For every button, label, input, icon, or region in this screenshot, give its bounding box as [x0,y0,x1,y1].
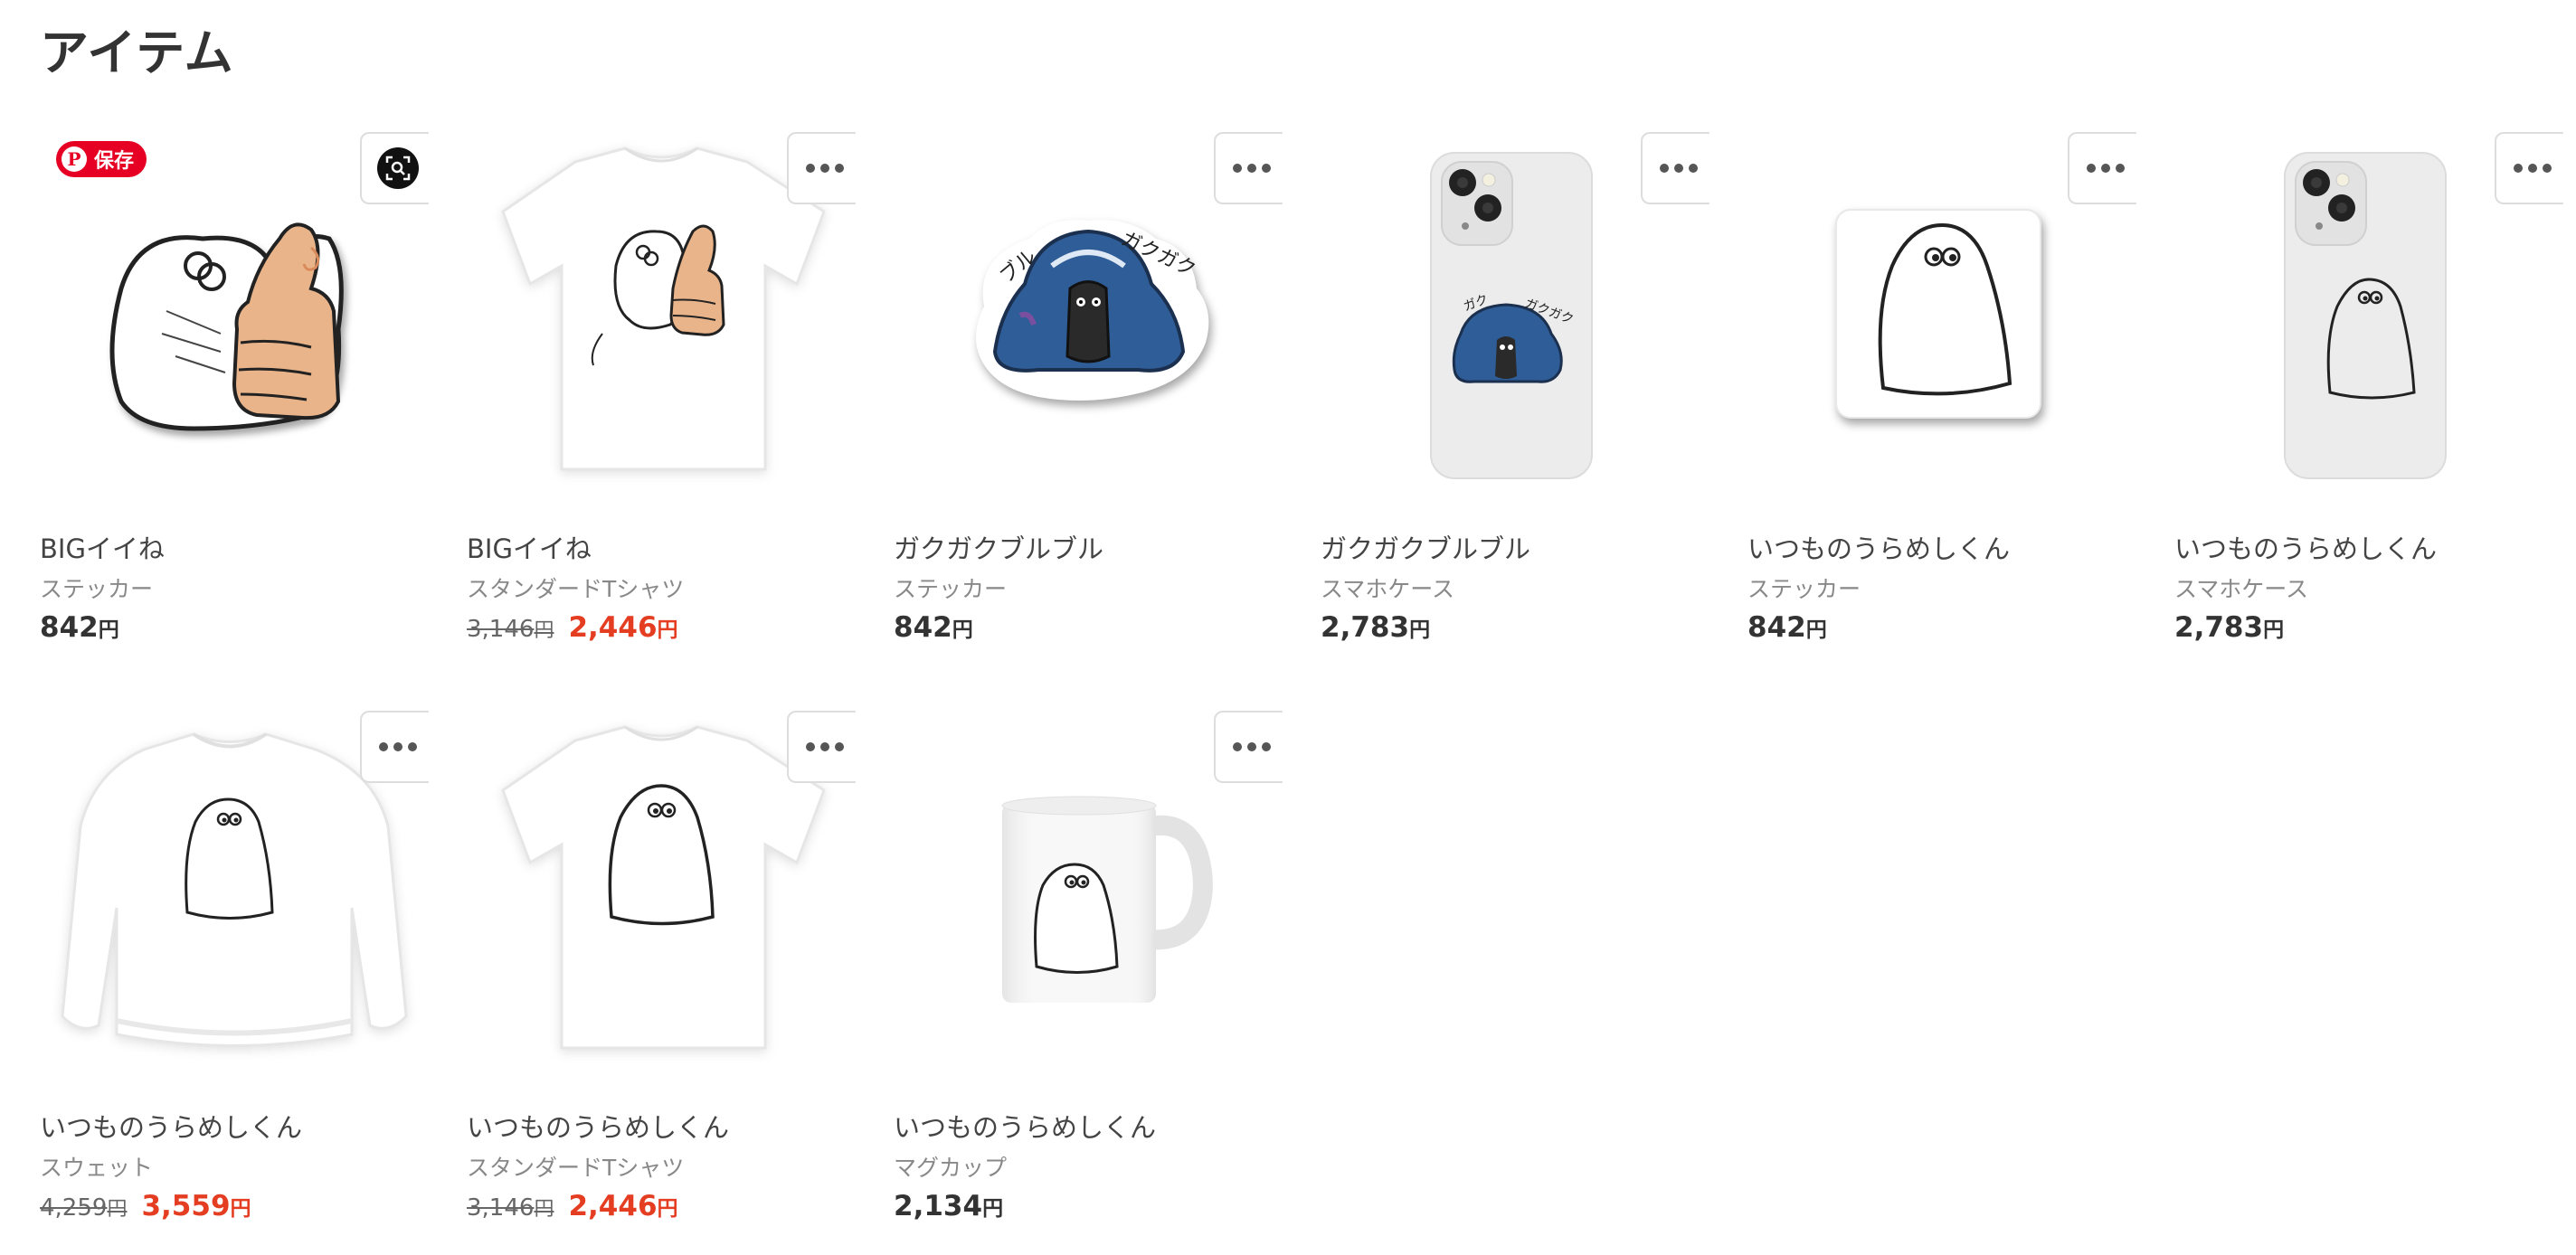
more-options-button[interactable] [1214,132,1283,204]
product-card[interactable]: いつものうらめしくん スタンダードTシャツ 3,146円 2,446円 [467,709,856,1255]
product-image-urameshi-sticker[interactable] [1747,130,2136,519]
more-options-button[interactable] [787,711,856,783]
product-card[interactable]: ガク ガクガク ガクガクブルブル スマホケース 2,783円 [1321,130,1709,691]
product-type: マグカップ [894,1155,1008,1181]
product-type: ステッカー [1747,576,1861,602]
product-card[interactable]: いつものうらめしくん スウェット 4,259円 3,559円 [40,709,429,1255]
original-price: 3,146円 [467,1194,554,1222]
product-image-gakugaku-phonecase[interactable]: ガク ガクガク [1321,130,1709,519]
sale-price: 3,559円 [141,1190,251,1222]
more-options-button[interactable] [360,711,429,783]
product-type: ステッカー [40,576,154,602]
price-block: 842円 [40,611,119,644]
price-block: 2,783円 [1321,611,1430,644]
product-type: スタンダードTシャツ [467,1155,685,1181]
more-options-button[interactable] [787,132,856,204]
product-type: スウェット [40,1155,154,1181]
visual-search-button[interactable] [360,132,429,204]
more-options-button[interactable] [2495,132,2563,204]
product-name[interactable]: ガクガクブルブル [1321,528,1530,566]
product-card[interactable]: BIGイイね スタンダードTシャツ 3,146円 2,446円 [467,130,856,691]
price: 2,783円 [1321,611,1431,644]
product-name[interactable]: いつものうらめしくん [894,1107,1156,1145]
product-name[interactable]: ガクガクブルブル [894,528,1103,566]
price-block: 3,146円 2,446円 [467,1190,678,1222]
sale-price: 2,446円 [568,611,678,644]
product-card[interactable]: ブル ガクガク ガクガクブルブル ステッカー 842円 [894,130,1283,691]
product-card[interactable]: いつものうらめしくん マグカップ 2,134円 [894,709,1283,1255]
original-price: 4,259円 [40,1194,128,1222]
product-name[interactable]: BIGイイね [467,528,592,566]
price-block: 2,134円 [894,1190,1003,1222]
product-card[interactable]: P 保存 BIGイイね ステッカー 842円 [40,130,429,691]
sale-price: 2,446円 [568,1190,678,1222]
product-type: スタンダードTシャツ [467,576,685,602]
product-name[interactable]: いつものうらめしくん [2174,528,2437,566]
product-card[interactable]: いつものうらめしくん スマホケース 2,783円 [2174,130,2563,691]
price: 2,783円 [2174,611,2285,644]
product-card[interactable]: いつものうらめしくん ステッカー 842円 [1747,130,2136,691]
more-options-button[interactable] [1641,132,1709,204]
price-block: 4,259円 3,559円 [40,1190,251,1222]
product-type: ステッカー [894,576,1008,602]
more-options-button[interactable] [1214,711,1283,783]
price-block: 842円 [1747,611,1827,644]
product-image-urameshi-tshirt[interactable] [467,709,856,1098]
product-image-urameshi-mug[interactable] [894,709,1283,1098]
price-block: 2,783円 [2174,611,2284,644]
product-type: スマホケース [2174,576,2309,602]
pinterest-save-button[interactable]: P 保存 [56,141,147,177]
product-name[interactable]: いつものうらめしくん [1747,528,2010,566]
section-title: アイテム [40,24,234,81]
price: 842円 [40,611,119,644]
more-options-button[interactable] [2068,132,2136,204]
product-type: スマホケース [1321,576,1455,602]
lens-search-icon [377,147,419,189]
price-block: 3,146円 2,446円 [467,611,678,644]
product-image-urameshi-phonecase[interactable] [2174,130,2563,519]
product-name[interactable]: いつものうらめしくん [40,1107,302,1145]
product-name[interactable]: BIGイイね [40,528,165,566]
product-image-urameshi-sweat[interactable] [40,709,429,1098]
price: 842円 [894,611,973,644]
product-image-big-iine-tshirt[interactable] [467,130,856,519]
price: 2,134円 [894,1190,1004,1222]
product-image-big-iine-sticker[interactable]: P 保存 [40,130,429,519]
price-block: 842円 [894,611,973,644]
pinterest-save-label: 保存 [94,150,135,173]
pinterest-icon: P [62,146,87,172]
original-price: 3,146円 [467,616,554,643]
price: 842円 [1747,611,1827,644]
product-image-gakugaku-sticker[interactable]: ブル ガクガク [894,130,1283,519]
product-name[interactable]: いつものうらめしくん [467,1107,729,1145]
